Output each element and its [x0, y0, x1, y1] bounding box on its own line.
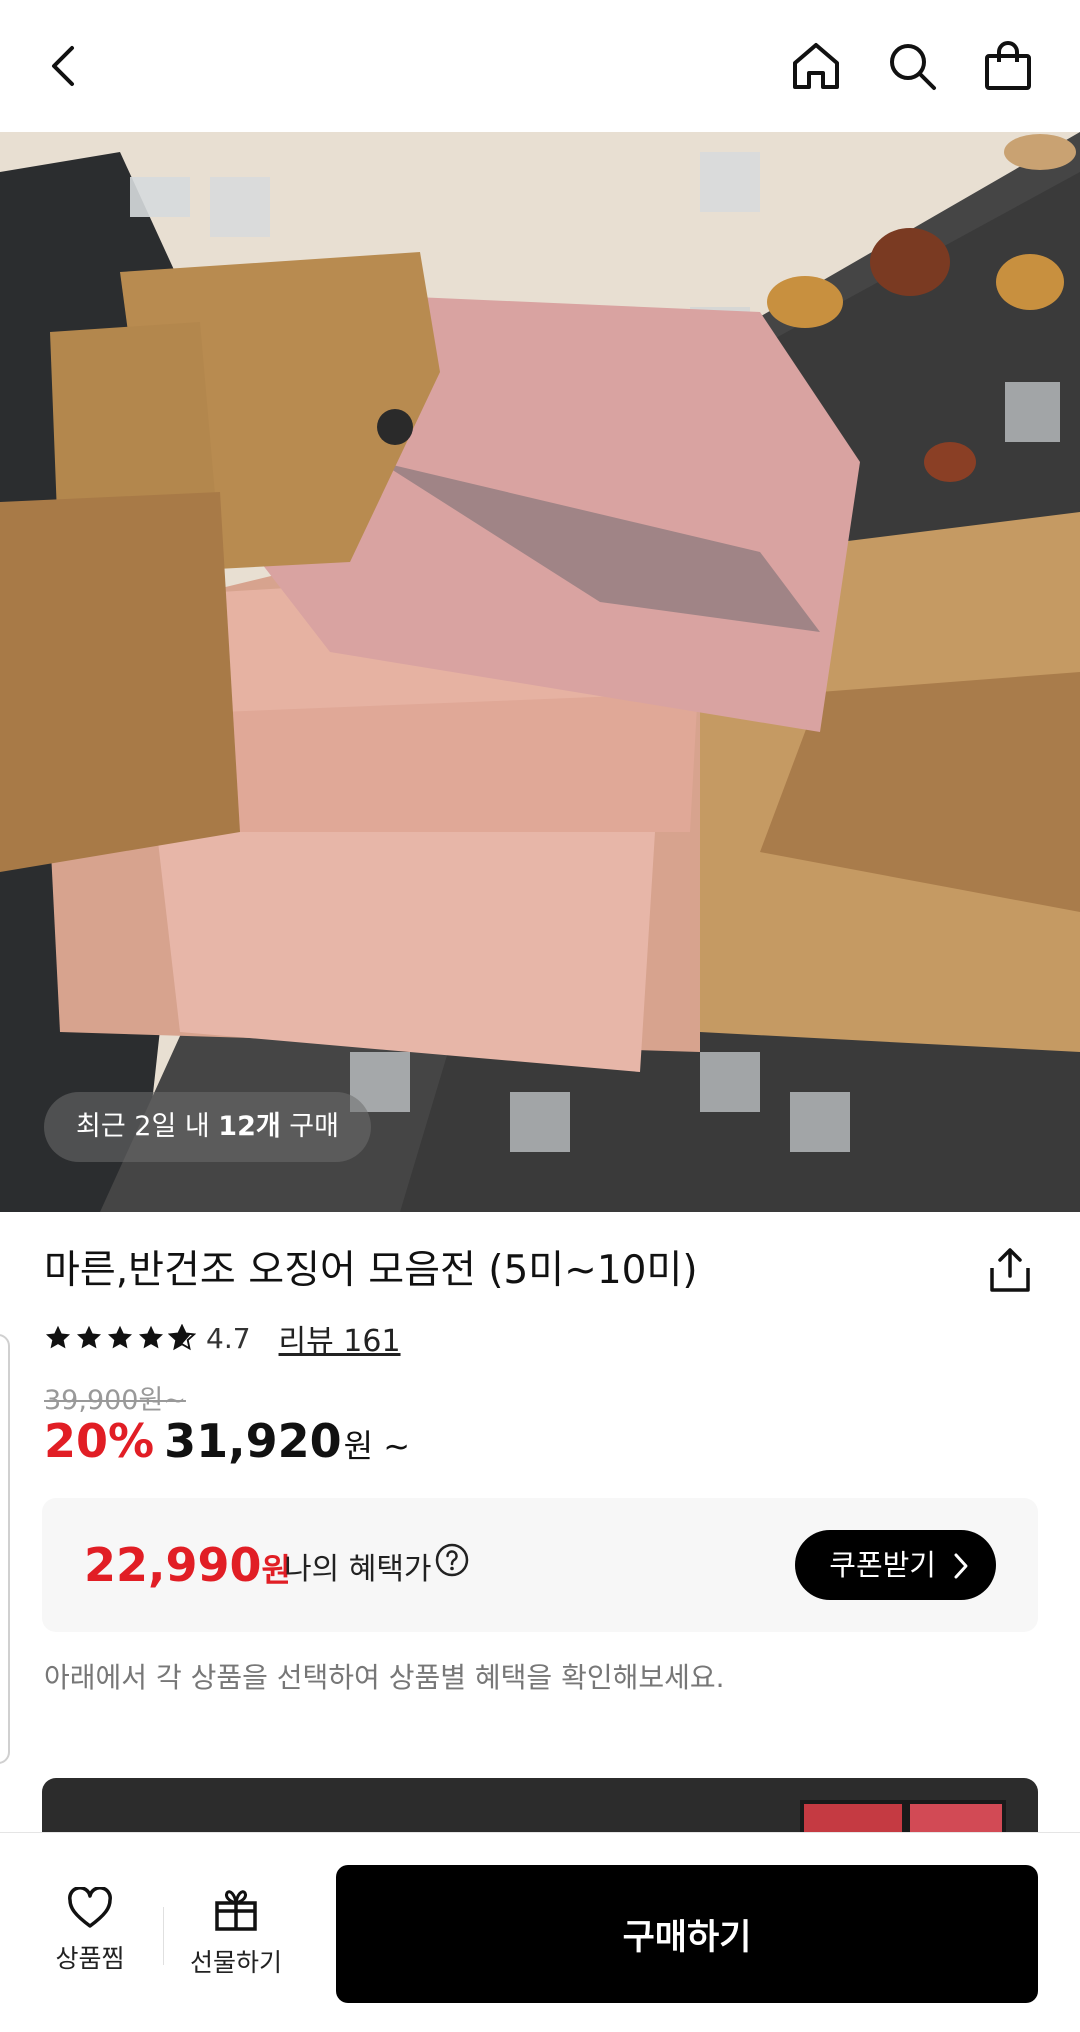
sale-price: 31,920 — [164, 1414, 342, 1468]
rating-row: 4.7 리뷰 161 — [44, 1316, 401, 1360]
benefit-price-value: 22,990 — [84, 1538, 262, 1592]
product-title-row: 마른,반건조 오징어 모음전 (5미~10미) — [44, 1236, 1040, 1306]
gift-label: 선물하기 — [189, 1948, 282, 1977]
benefit-label: 나의 혜택가 — [284, 1552, 432, 1587]
wishlist-button[interactable]: 상품찜 — [30, 1886, 150, 1975]
get-coupon-label: 쿠폰받기 — [829, 1548, 936, 1582]
buy-button[interactable]: 구매하기 — [336, 1865, 1038, 2003]
purchase-prefix-text: 최근 2일 내 — [76, 1111, 219, 1142]
gift-icon — [215, 1890, 257, 1931]
purchase-count: 12개 — [218, 1111, 281, 1142]
sale-price-unit: 원 ~ — [343, 1427, 411, 1465]
help-icon[interactable] — [434, 1542, 470, 1578]
star-icon — [45, 1325, 71, 1349]
divider — [163, 1907, 164, 1965]
benefit-price-box: 22,990원 나의 혜택가 쿠폰받기 — [42, 1498, 1038, 1632]
top-header — [0, 0, 1080, 132]
star-icon — [76, 1325, 102, 1349]
product-detail-page: 최근 2일 내 12개 구매 마른,반건조 오징어 모음전 (5미~10미) 4… — [0, 0, 1080, 2032]
rating-value: 4.7 — [206, 1321, 251, 1355]
purchase-suffix-text: 구매 — [280, 1111, 339, 1142]
product-image[interactable]: 최근 2일 내 12개 구매 — [0, 132, 1080, 1212]
star-icon — [138, 1325, 164, 1349]
wishlist-label: 상품찜 — [55, 1944, 125, 1973]
home-button[interactable] — [786, 36, 846, 96]
share-button[interactable] — [980, 1240, 1040, 1300]
back-icon — [52, 46, 74, 86]
half-star-icon — [168, 1324, 196, 1351]
product-title: 마른,반건조 오징어 모음전 (5미~10미) — [44, 1248, 698, 1293]
get-coupon-button[interactable]: 쿠폰받기 — [795, 1530, 996, 1600]
recent-purchase-badge: 최근 2일 내 12개 구매 — [44, 1092, 371, 1162]
search-button[interactable] — [882, 36, 942, 96]
share-icon — [990, 1248, 1030, 1292]
shopping-bag-icon — [985, 41, 1031, 90]
star-icon — [107, 1325, 133, 1349]
chevron-right-icon — [954, 1553, 968, 1579]
star-rating — [44, 1324, 196, 1352]
gift-button[interactable]: 선물하기 — [176, 1887, 296, 1979]
home-icon — [793, 43, 839, 89]
heart-icon — [68, 1886, 112, 1928]
search-icon — [890, 44, 936, 90]
original-price: 39,900원~ — [44, 1385, 186, 1416]
back-button[interactable] — [34, 36, 94, 96]
discount-rate: 20% — [44, 1414, 155, 1468]
shopping-bag-button[interactable] — [978, 36, 1038, 96]
benefit-price: 22,990원 — [84, 1538, 291, 1592]
review-count-link[interactable]: 리뷰 161 — [279, 1316, 401, 1360]
bottom-action-bar: 상품찜 선물하기 구매하기 — [0, 1832, 1080, 2032]
price-row: 20% 31,920 원 ~ — [44, 1414, 410, 1474]
dried-squid-photo — [0, 132, 1080, 1212]
side-drawer-handle[interactable] — [0, 1334, 10, 1764]
benefit-notice: 아래에서 각 상품을 선택하여 상품별 혜택을 확인해보세요. — [44, 1661, 725, 1694]
